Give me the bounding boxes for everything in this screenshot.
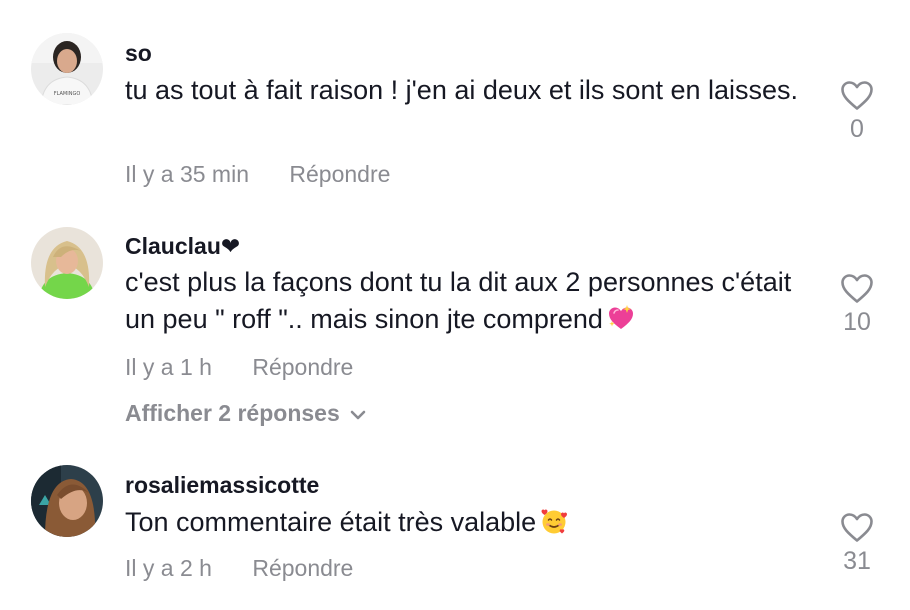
like-count: 10 (843, 308, 871, 336)
comment-username[interactable]: Clauclau❤ (125, 233, 240, 260)
view-replies-button[interactable]: Afficher 2 réponses (125, 400, 366, 427)
comment-text: c'est plus la façons dont tu la dit aux … (125, 264, 815, 338)
view-replies-label: Afficher 2 réponses (125, 400, 340, 426)
sparkling-heart-emoji-icon (608, 305, 633, 329)
smiling-face-with-hearts-emoji-icon (541, 509, 568, 534)
like-control: 0 (832, 80, 882, 144)
user-avatar-icon (31, 227, 103, 299)
comment-username[interactable]: rosaliemassicotte (125, 472, 319, 499)
comment-meta: Il y a 2 h Répondre (125, 555, 353, 582)
like-count: 31 (843, 547, 871, 575)
comment-text-content: Ton commentaire était très valable (125, 507, 537, 537)
avatar-shirt-text: FLAMINGO (54, 91, 81, 97)
like-control: 10 (832, 273, 882, 337)
comment-timestamp: Il y a 1 h (125, 354, 212, 380)
reply-button[interactable]: Répondre (252, 555, 353, 582)
comment-text: tu as tout à fait raison ! j'en ai deux … (125, 72, 815, 109)
heart-icon[interactable] (840, 512, 874, 543)
user-avatar-icon: FLAMINGO (31, 33, 103, 105)
reply-button[interactable]: Répondre (289, 161, 390, 188)
comment-meta: Il y a 1 h Répondre (125, 354, 353, 381)
heart-icon[interactable] (840, 273, 874, 304)
chevron-down-icon (350, 410, 366, 420)
like-control: 31 (832, 512, 882, 576)
comment-username[interactable]: so (125, 40, 152, 67)
avatar[interactable] (31, 227, 103, 299)
comment-meta: Il y a 35 min Répondre (125, 161, 390, 188)
heart-icon[interactable] (840, 80, 874, 111)
avatar[interactable] (31, 465, 103, 537)
user-avatar-icon (31, 465, 103, 537)
comment-text-content: c'est plus la façons dont tu la dit aux … (125, 267, 792, 334)
like-count: 0 (850, 115, 864, 143)
reply-button[interactable]: Répondre (252, 354, 353, 381)
comment-text-content: tu as tout à fait raison ! j'en ai deux … (125, 75, 799, 105)
comment-timestamp: Il y a 2 h (125, 555, 212, 581)
comment-timestamp: Il y a 35 min (125, 161, 249, 187)
avatar[interactable]: FLAMINGO (31, 33, 103, 105)
comment-text: Ton commentaire était très valable (125, 504, 815, 541)
